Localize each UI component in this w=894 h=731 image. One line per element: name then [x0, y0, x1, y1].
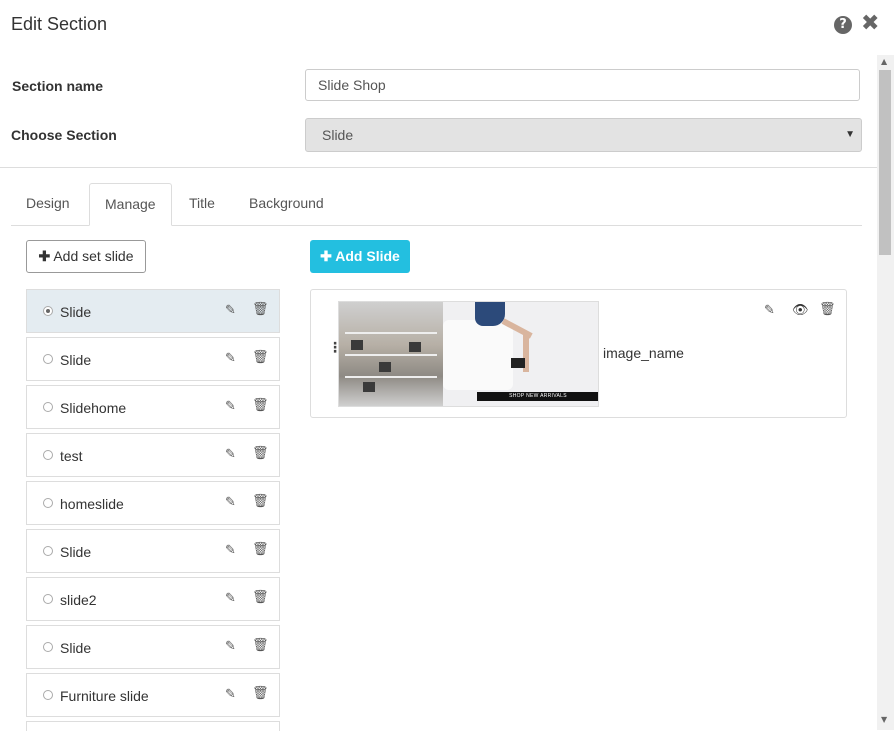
add-slide-label: Add Slide: [335, 248, 400, 264]
edit-icon[interactable]: ✎: [225, 351, 236, 366]
slide-set-radio[interactable]: [43, 402, 53, 412]
slide-set-name: slide2: [60, 592, 97, 608]
slide-set-name: Slide: [60, 352, 92, 368]
choose-section-select[interactable]: Slide ▼: [305, 118, 862, 152]
section-name-input[interactable]: Slide Shop: [305, 69, 860, 101]
help-icon[interactable]: ?: [834, 16, 852, 34]
list-item[interactable]: Slidehome ✎ 🗑: [26, 385, 280, 429]
slide-set-radio[interactable]: [43, 642, 53, 652]
close-icon[interactable]: ✖: [861, 13, 879, 35]
slide-set-radio[interactable]: [43, 546, 53, 556]
tab-manage[interactable]: Manage: [89, 183, 172, 226]
slide-set-radio[interactable]: [43, 594, 53, 604]
list-item[interactable]: slide2 ✎ 🗑: [26, 577, 280, 621]
dialog-title: Edit Section: [11, 14, 108, 34]
edit-icon[interactable]: ✎: [764, 303, 775, 318]
trash-icon[interactable]: 🗑: [252, 494, 269, 509]
add-set-slide-button[interactable]: ✚ Add set slide: [26, 240, 146, 273]
tab-design[interactable]: Design: [11, 183, 85, 224]
trash-icon[interactable]: 🗑: [252, 350, 269, 365]
edit-icon[interactable]: ✎: [225, 591, 236, 606]
trash-icon[interactable]: 🗑: [252, 398, 269, 413]
slide-set-name: test: [60, 448, 83, 464]
trash-icon[interactable]: 🗑: [252, 638, 269, 653]
section-name-label: Section name: [12, 78, 104, 94]
tab-background[interactable]: Background: [234, 183, 339, 224]
slide-set-name: Furniture slide: [60, 688, 149, 704]
divider: [0, 167, 878, 168]
tab-bar: Design Manage Title Background: [11, 183, 862, 226]
slide-set-radio[interactable]: [43, 690, 53, 700]
add-slide-button[interactable]: ✚ Add Slide: [310, 240, 410, 273]
slide-set-radio[interactable]: [43, 354, 53, 364]
caret-down-icon: ▼: [845, 129, 855, 140]
edit-icon[interactable]: ✎: [225, 687, 236, 702]
slide-set-radio[interactable]: [43, 306, 53, 316]
trash-icon[interactable]: 🗑: [819, 302, 836, 317]
choose-section-value: Slide: [322, 127, 354, 143]
trash-icon[interactable]: 🗑: [252, 590, 269, 605]
tab-title[interactable]: Title: [174, 183, 230, 224]
edit-icon[interactable]: ✎: [225, 495, 236, 510]
edit-icon[interactable]: ✎: [225, 543, 236, 558]
image-name-label: image_name: [603, 345, 684, 361]
scroll-up-icon[interactable]: ▲: [881, 57, 887, 66]
plus-icon: ✚: [320, 248, 332, 264]
slide-set-radio[interactable]: [43, 450, 53, 460]
dialog-header: Edit Section ? ✖: [0, 0, 894, 50]
trash-icon[interactable]: 🗑: [252, 446, 269, 461]
scrollbar[interactable]: ▲ ▼: [877, 55, 894, 730]
eye-icon[interactable]: 👁: [792, 303, 809, 318]
edit-icon[interactable]: ✎: [225, 303, 236, 318]
edit-icon[interactable]: ✎: [225, 447, 236, 462]
list-item[interactable]: homeslide ✎ 🗑: [26, 481, 280, 525]
scroll-down-icon[interactable]: ▼: [881, 715, 887, 724]
banner-text: SHOP NEW ARRIVALS: [477, 392, 598, 401]
add-set-slide-label: Add set slide: [53, 248, 134, 264]
slide-set-name: Slide: [60, 640, 92, 656]
list-item[interactable]: Slide ✎ 🗑: [26, 337, 280, 381]
slide-card: ⋮ SHOP NEW ARRIVALS image_name ✎ 👁 🗑: [310, 289, 847, 418]
slide-set-name: Slide: [60, 544, 92, 560]
slide-set-name: Slide: [60, 304, 92, 320]
list-item[interactable]: Slide ✎ 🗑: [26, 529, 280, 573]
list-item[interactable]: test ✎ 🗑: [26, 433, 280, 477]
slide-set-name: Slidehome: [60, 400, 127, 416]
slide-thumbnail: SHOP NEW ARRIVALS: [338, 301, 599, 407]
choose-section-label: Choose Section: [11, 127, 117, 143]
list-item[interactable]: Slide ✎ 🗑: [26, 625, 280, 669]
trash-icon[interactable]: 🗑: [252, 302, 269, 317]
store-interior-image: [339, 302, 443, 406]
scroll-thumb[interactable]: [879, 70, 891, 255]
edit-icon[interactable]: ✎: [225, 639, 236, 654]
edit-icon[interactable]: ✎: [225, 399, 236, 414]
trash-icon[interactable]: 🗑: [252, 686, 269, 701]
list-item[interactable]: Slide ✎ 🗑: [26, 289, 280, 333]
slide-set-radio[interactable]: [43, 498, 53, 508]
slide-set-name: homeslide: [60, 496, 124, 512]
list-item[interactable]: Furniture slide ✎ 🗑: [26, 673, 280, 717]
plus-icon: ✚: [38, 248, 51, 264]
trash-icon[interactable]: 🗑: [252, 542, 269, 557]
